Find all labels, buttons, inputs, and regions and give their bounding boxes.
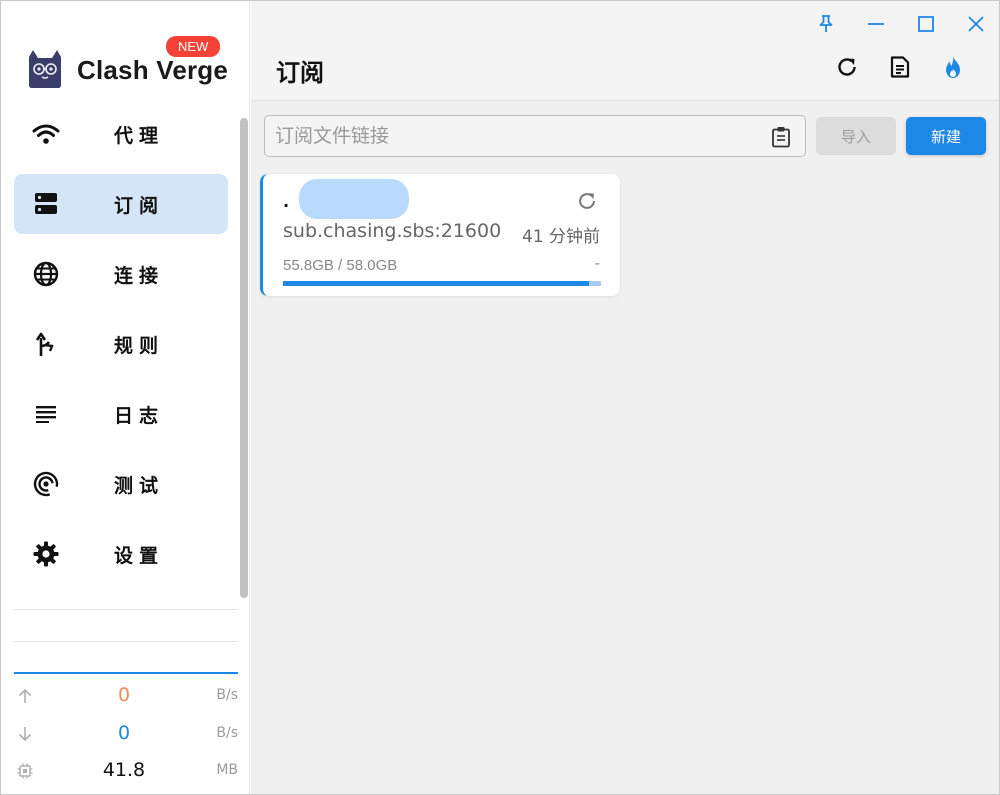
sidebar-item-connections[interactable]: 连接 [14, 244, 228, 304]
broadcast-icon [32, 471, 60, 497]
sidebar-item-proxy[interactable]: 代理 [14, 104, 228, 164]
sidebar-scrollbar[interactable] [240, 118, 248, 598]
new-profile-button[interactable]: 新建 [906, 117, 986, 155]
maximize-button[interactable] [913, 11, 939, 37]
page-header: 订阅 [251, 1, 999, 101]
subscription-url-input[interactable] [275, 122, 755, 150]
pin-button[interactable] [813, 11, 839, 37]
clipboard-paste-icon[interactable] [771, 126, 791, 148]
download-speed-value: 0 [117, 722, 131, 744]
sidebar-item-label: 连接 [114, 265, 165, 287]
memory-value: 41.8 [102, 759, 146, 781]
sidebar-item-profiles[interactable]: 订阅 [14, 174, 228, 234]
sidebar: Clash Verge NEW 代理 订阅 连接 规则 日志 测试 设置 0 B… [1, 1, 250, 794]
document-icon [890, 56, 910, 78]
profile-refresh-button[interactable] [574, 188, 600, 214]
minimize-button[interactable] [863, 11, 889, 37]
usage-progress-bar [283, 281, 601, 286]
fork-arrow-icon [32, 331, 60, 357]
close-button[interactable] [963, 11, 989, 37]
sidebar-item-label: 规则 [114, 335, 165, 357]
usage-progress-fill [283, 281, 589, 286]
refresh-all-button[interactable] [833, 53, 861, 81]
profile-card[interactable]: · sub.chasing.sbs:21600 41 分钟前 55.8GB / … [260, 174, 620, 296]
lines-icon [32, 401, 60, 427]
subscription-url-field [264, 115, 806, 157]
sidebar-item-label: 设置 [114, 545, 165, 567]
pin-icon [819, 15, 833, 32]
sidebar-item-label: 订阅 [114, 195, 165, 217]
view-config-button[interactable] [886, 53, 914, 81]
globe-icon [32, 261, 60, 287]
memory-unit: MB [216, 762, 238, 778]
sidebar-item-label: 代理 [114, 125, 165, 147]
profile-name: · [283, 196, 290, 215]
maximize-icon [918, 16, 934, 32]
minimize-icon [868, 23, 884, 25]
sidebar-item-test[interactable]: 测试 [14, 454, 228, 514]
sidebar-item-settings[interactable]: 设置 [14, 524, 228, 584]
import-button[interactable]: 导入 [816, 117, 896, 155]
new-badge: NEW [166, 36, 221, 57]
sidebar-item-label: 测试 [114, 475, 165, 497]
download-speed-row: 0 B/s [14, 722, 238, 746]
traffic-graph-line [14, 672, 238, 674]
arrow-up-icon [18, 688, 32, 703]
refresh-icon [579, 193, 595, 209]
page-title: 订阅 [276, 59, 324, 87]
download-speed-unit: B/s [216, 725, 238, 741]
sidebar-item-rules[interactable]: 规则 [14, 314, 228, 374]
sidebar-item-label: 日志 [114, 405, 165, 427]
sidebar-nav: 代理 订阅 连接 规则 日志 测试 设置 [14, 104, 228, 594]
sidebar-item-logs[interactable]: 日志 [14, 384, 228, 444]
app-name: Clash Verge [77, 55, 229, 85]
server-icon [32, 191, 60, 217]
profile-expire: - [594, 254, 600, 272]
sidebar-divider [14, 641, 238, 642]
profile-host: sub.chasing.sbs:21600 [283, 220, 502, 242]
profile-usage: 55.8GB / 58.0GB [283, 257, 398, 274]
main-panel: 订阅 订阅文件链接 导入 新建 · sub.chasing.sbs:21600 … [251, 1, 999, 794]
wifi-icon [32, 121, 60, 147]
memory-row: 41.8 MB [14, 759, 238, 783]
flame-icon [946, 56, 960, 78]
upload-speed-row: 0 B/s [14, 684, 238, 708]
memory-chip-icon [17, 763, 33, 779]
close-icon [968, 16, 984, 32]
upload-speed-unit: B/s [216, 687, 238, 703]
profile-updated-time: 41 分钟前 [521, 227, 600, 247]
app-window: Clash Verge NEW 代理 订阅 连接 规则 日志 测试 设置 0 B… [0, 0, 1000, 795]
upload-speed-value: 0 [117, 684, 131, 706]
app-logo: Clash Verge NEW [23, 36, 233, 93]
refresh-icon [838, 58, 856, 76]
arrow-down-icon [18, 727, 32, 742]
gear-icon [32, 541, 60, 567]
cat-logo-icon [29, 50, 61, 88]
enhance-button[interactable] [939, 53, 967, 81]
sidebar-divider [14, 609, 238, 610]
redacted-name-blur [299, 179, 409, 219]
